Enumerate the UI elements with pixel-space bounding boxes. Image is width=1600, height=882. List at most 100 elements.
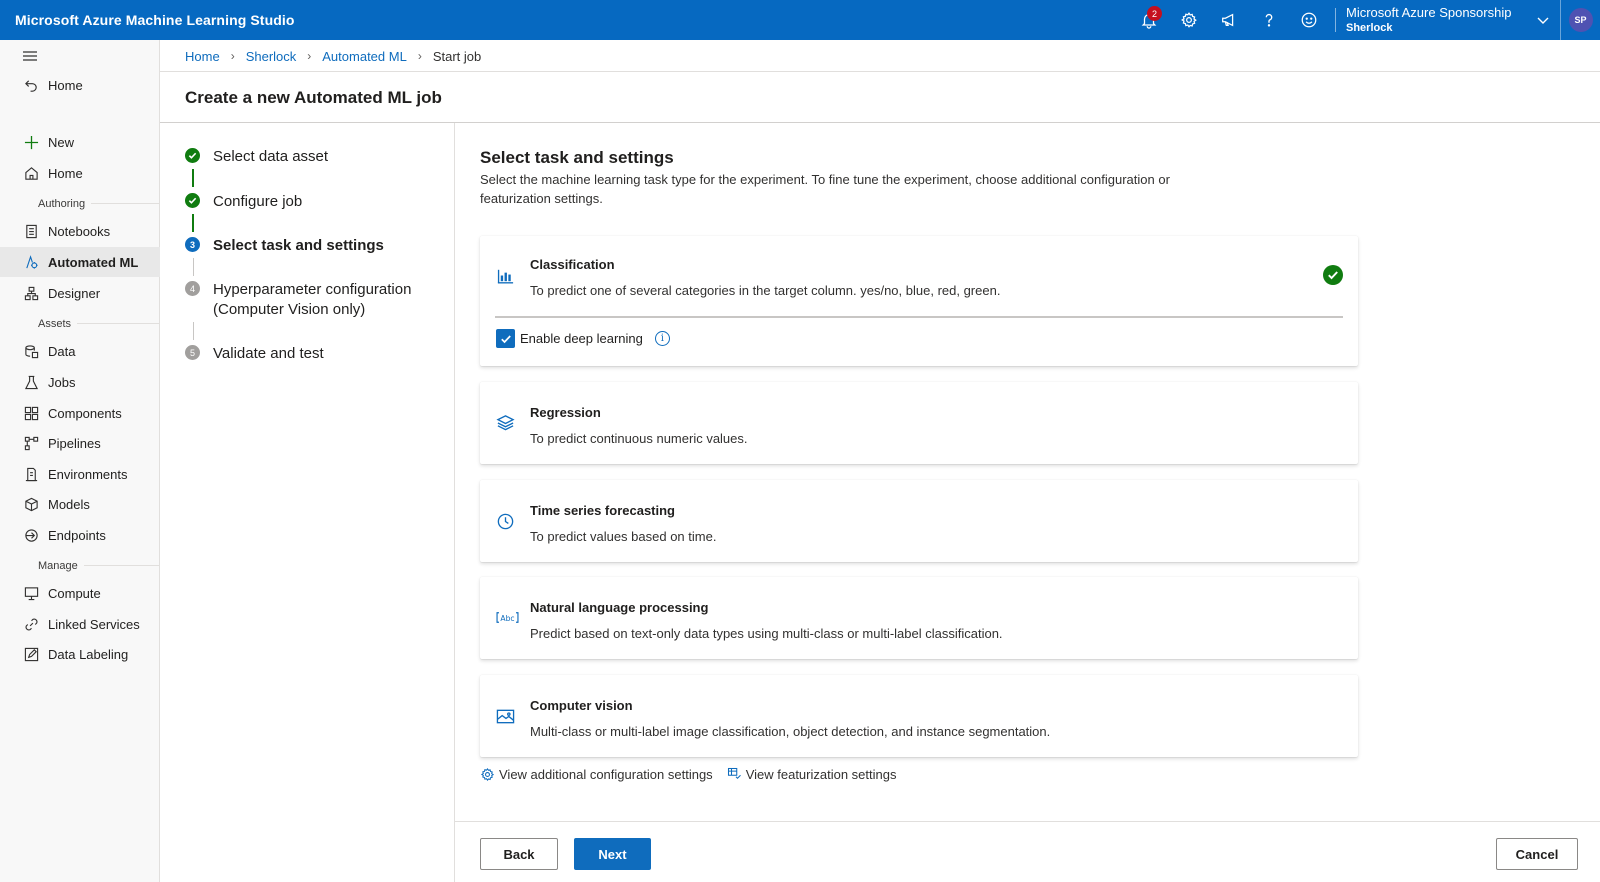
step-label: Select data asset (213, 148, 329, 165)
sidebar-item-label: Pipelines (48, 435, 101, 451)
chevron-right-icon: › (230, 49, 235, 63)
clock-icon (495, 511, 515, 531)
sidebar-item-label: Notebooks (48, 223, 111, 239)
cube-icon (22, 495, 40, 513)
step-hyperparameter[interactable]: 4 Hyperparameter configuration (Computer… (185, 280, 435, 320)
help-button[interactable] (1249, 0, 1289, 40)
announcements-button[interactable] (1209, 0, 1249, 40)
sidebar-item-components[interactable]: Components (0, 398, 160, 428)
section-description: Select the machine learning task type fo… (480, 172, 1170, 206)
featurization-icon (727, 767, 741, 779)
image-icon (495, 706, 515, 726)
gear-icon (1181, 12, 1197, 28)
text-abc-icon: Abc (495, 607, 519, 627)
task-title: Classification (530, 257, 615, 272)
task-card-classification[interactable]: Classification To predict one of several… (480, 236, 1358, 366)
info-icon[interactable]: i (654, 331, 670, 346)
breadcrumb: Home › Sherlock › Automated ML › Start j… (185, 47, 481, 65)
task-description: Multi-class or multi-label image classif… (530, 724, 1051, 739)
sidebar-item-designer[interactable]: Designer (0, 278, 160, 308)
profile-button[interactable]: SP (1560, 0, 1600, 40)
sidebar-item-data[interactable]: Data (0, 336, 160, 366)
sidebar-item-label: Linked Services (48, 616, 140, 632)
chevron-down-icon (1537, 17, 1549, 24)
breadcrumb-automated-ml[interactable]: Automated ML (322, 49, 407, 64)
chevron-right-icon: › (307, 49, 312, 63)
cancel-button[interactable]: Cancel (1496, 838, 1578, 870)
divider (1335, 8, 1336, 32)
checkbox-label: Enable deep learning (520, 331, 643, 346)
task-title: Regression (530, 405, 601, 420)
sidebar-item-jobs[interactable]: Jobs (0, 367, 160, 397)
automated-ml-icon (22, 253, 40, 271)
task-title: Natural language processing (530, 600, 709, 615)
task-card-nlp[interactable]: Abc Natural language processing Predict … (480, 577, 1358, 659)
app-title[interactable]: Microsoft Azure Machine Learning Studio (0, 12, 295, 28)
task-description: To predict continuous numeric values. (530, 431, 748, 446)
sidebar-item-data-labeling[interactable]: Data Labeling (0, 639, 160, 669)
monitor-icon (22, 584, 40, 602)
step-label: Validate and test (213, 345, 324, 362)
sidebar-item-label: Jobs (48, 374, 76, 390)
step-select-task[interactable]: 3 Select task and settings (185, 236, 384, 256)
chevron-right-icon: › (417, 49, 422, 63)
enable-deep-learning-checkbox[interactable]: Enable deep learning i (496, 329, 670, 348)
group-label: Authoring (0, 197, 92, 210)
sidebar-item-label: Models (48, 496, 90, 512)
edit-box-icon (22, 645, 40, 663)
sidebar-item-linked-services[interactable]: Linked Services (0, 609, 160, 639)
notifications-button[interactable]: 2 (1129, 0, 1169, 40)
feedback-button[interactable] (1289, 0, 1329, 40)
step-connector (192, 169, 194, 187)
account-switcher[interactable]: Microsoft Azure Sponsorship Sherlock (1346, 4, 1524, 36)
breadcrumb-home[interactable]: Home (185, 49, 220, 64)
sidebar-item-label: Data Labeling (48, 646, 129, 662)
section-title: Select task and settings (480, 148, 674, 167)
sidebar-item-environments[interactable]: Environments (0, 459, 160, 489)
subscription-name: Microsoft Azure Sponsorship (1346, 5, 1512, 20)
step-configure-job[interactable]: Configure job (185, 192, 302, 212)
additional-config-link[interactable]: View additional configuration settings (480, 767, 713, 782)
divider (160, 71, 1600, 72)
step-validate-test[interactable]: 5 Validate and test (185, 344, 324, 364)
sidebar: Home New Home Authoring Notebooks Automa… (0, 40, 160, 882)
task-card-time-series[interactable]: Time series forecasting To predict value… (480, 480, 1358, 562)
sidebar-item-endpoints[interactable]: Endpoints (0, 520, 160, 550)
breadcrumb-current: Start job (432, 48, 482, 64)
sidebar-item-automated-ml[interactable]: Automated ML (0, 247, 160, 277)
sidebar-item-compute[interactable]: Compute (0, 578, 160, 608)
task-card-computer-vision[interactable]: Computer vision Multi-class or multi-lab… (480, 675, 1358, 757)
sidebar-group-authoring: Authoring (0, 196, 160, 211)
step-select-data-asset[interactable]: Select data asset (185, 147, 328, 167)
step-number: 4 (185, 281, 200, 296)
task-description: To predict one of several categories in … (530, 283, 1001, 298)
back-arrow-icon (22, 76, 40, 94)
account-dropdown[interactable] (1532, 0, 1554, 40)
sidebar-item-back-home[interactable]: Home (0, 70, 160, 100)
home-icon (22, 164, 40, 182)
featurization-link[interactable]: View featurization settings (727, 767, 896, 782)
step-connector (192, 322, 194, 340)
sidebar-item-label: Designer (48, 285, 101, 301)
task-card-regression[interactable]: Regression To predict continuous numeric… (480, 382, 1358, 464)
task-title: Computer vision (530, 698, 633, 713)
sidebar-group-assets: Assets (0, 316, 160, 331)
sidebar-item-pipelines[interactable]: Pipelines (0, 428, 160, 458)
sidebar-item-notebooks[interactable]: Notebooks (0, 216, 160, 246)
task-description: To predict values based on time. (530, 529, 717, 544)
sidebar-item-models[interactable]: Models (0, 489, 160, 519)
divider (495, 316, 1343, 318)
help-icon (1265, 13, 1273, 27)
settings-button[interactable] (1169, 0, 1209, 40)
sidebar-item-home[interactable]: Home (0, 158, 160, 188)
data-icon (22, 342, 40, 360)
breadcrumb-workspace[interactable]: Sherlock (246, 49, 297, 64)
settings-links: View additional configuration settings V… (480, 767, 910, 782)
avatar: SP (1568, 8, 1593, 32)
back-button[interactable]: Back (480, 838, 558, 870)
next-button[interactable]: Next (574, 838, 651, 870)
sidebar-item-label: Compute (48, 585, 101, 601)
sidebar-item-label: Data (48, 343, 76, 359)
sidebar-item-new[interactable]: New (0, 127, 160, 157)
hamburger-menu-button[interactable] (22, 49, 38, 68)
